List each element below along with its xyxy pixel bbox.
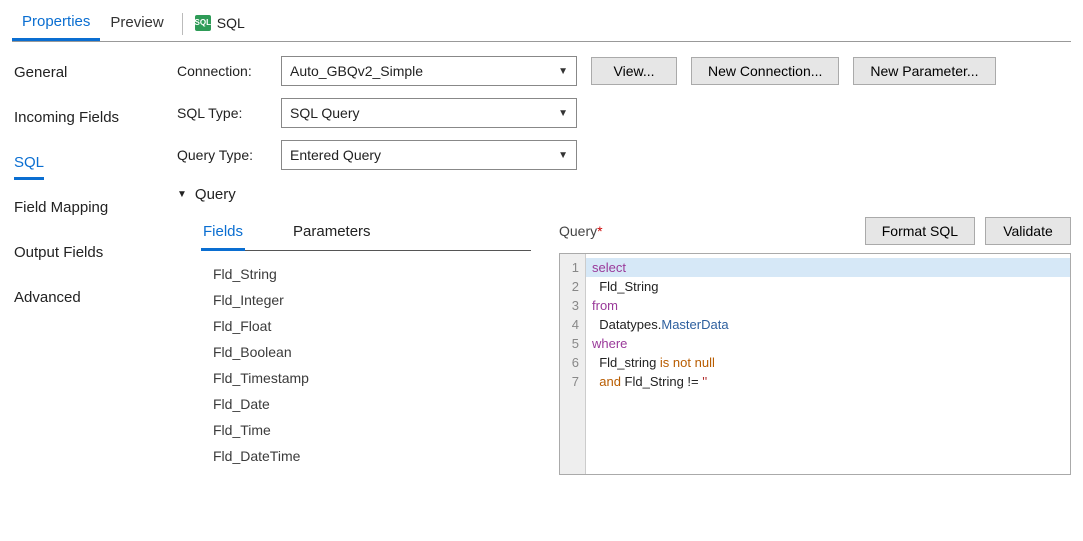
query-section-label: Query <box>195 186 236 203</box>
tab-fields[interactable]: Fields <box>201 217 245 251</box>
chevron-down-icon: ▼ <box>558 66 568 77</box>
tab-divider <box>182 13 183 35</box>
query-section-header[interactable]: ▼ Query <box>177 186 1071 203</box>
new-parameter-button[interactable]: New Parameter... <box>853 57 995 85</box>
field-item[interactable]: Fld_Timestamp <box>201 365 531 391</box>
querytype-value: Entered Query <box>290 147 381 163</box>
new-connection-button[interactable]: New Connection... <box>691 57 839 85</box>
sqltype-select[interactable]: SQL Query ▼ <box>281 98 577 128</box>
side-incoming-fields[interactable]: Incoming Fields <box>12 101 167 136</box>
fields-tabs: Fields Parameters <box>201 217 531 251</box>
tab-sql-label: SQL <box>217 15 245 31</box>
collapse-icon: ▼ <box>177 189 187 200</box>
connection-select[interactable]: Auto_GBQv2_Simple ▼ <box>281 56 577 86</box>
tab-parameters[interactable]: Parameters <box>291 217 373 250</box>
field-item[interactable]: Fld_DateTime <box>201 443 531 469</box>
connection-value: Auto_GBQv2_Simple <box>290 63 423 79</box>
side-field-mapping[interactable]: Field Mapping <box>12 191 167 226</box>
sql-db-icon: SQL <box>195 15 211 31</box>
sqltype-value: SQL Query <box>290 105 360 121</box>
code-area[interactable]: select Fld_String from Datatypes.MasterD… <box>586 254 1070 474</box>
field-item[interactable]: Fld_Date <box>201 391 531 417</box>
field-item[interactable]: Fld_Boolean <box>201 339 531 365</box>
tab-preview[interactable]: Preview <box>100 8 173 39</box>
querytype-label: Query Type: <box>177 147 281 163</box>
chevron-down-icon: ▼ <box>558 108 568 119</box>
connection-label: Connection: <box>177 63 281 79</box>
line-gutter: 1234567 <box>560 254 586 474</box>
tab-sql[interactable]: SQL SQL <box>191 9 255 39</box>
field-item[interactable]: Fld_Float <box>201 313 531 339</box>
tab-properties[interactable]: Properties <box>12 7 100 41</box>
querytype-select[interactable]: Entered Query ▼ <box>281 140 577 170</box>
view-button[interactable]: View... <box>591 57 677 85</box>
field-item[interactable]: Fld_String <box>201 261 531 287</box>
side-sql[interactable]: SQL <box>12 146 167 181</box>
top-tab-bar: Properties Preview SQL SQL <box>12 6 1071 42</box>
side-nav: General Incoming Fields SQL Field Mappin… <box>12 56 167 475</box>
side-advanced[interactable]: Advanced <box>12 281 167 316</box>
field-item[interactable]: Fld_Integer <box>201 287 531 313</box>
format-sql-button[interactable]: Format SQL <box>865 217 975 245</box>
sqltype-label: SQL Type: <box>177 105 281 121</box>
chevron-down-icon: ▼ <box>558 150 568 161</box>
validate-button[interactable]: Validate <box>985 217 1071 245</box>
sql-editor[interactable]: 1234567 select Fld_String from Datatypes… <box>559 253 1071 475</box>
side-output-fields[interactable]: Output Fields <box>12 236 167 271</box>
query-label: Query* <box>559 223 851 239</box>
side-general[interactable]: General <box>12 56 167 91</box>
field-item[interactable]: Fld_Time <box>201 417 531 443</box>
